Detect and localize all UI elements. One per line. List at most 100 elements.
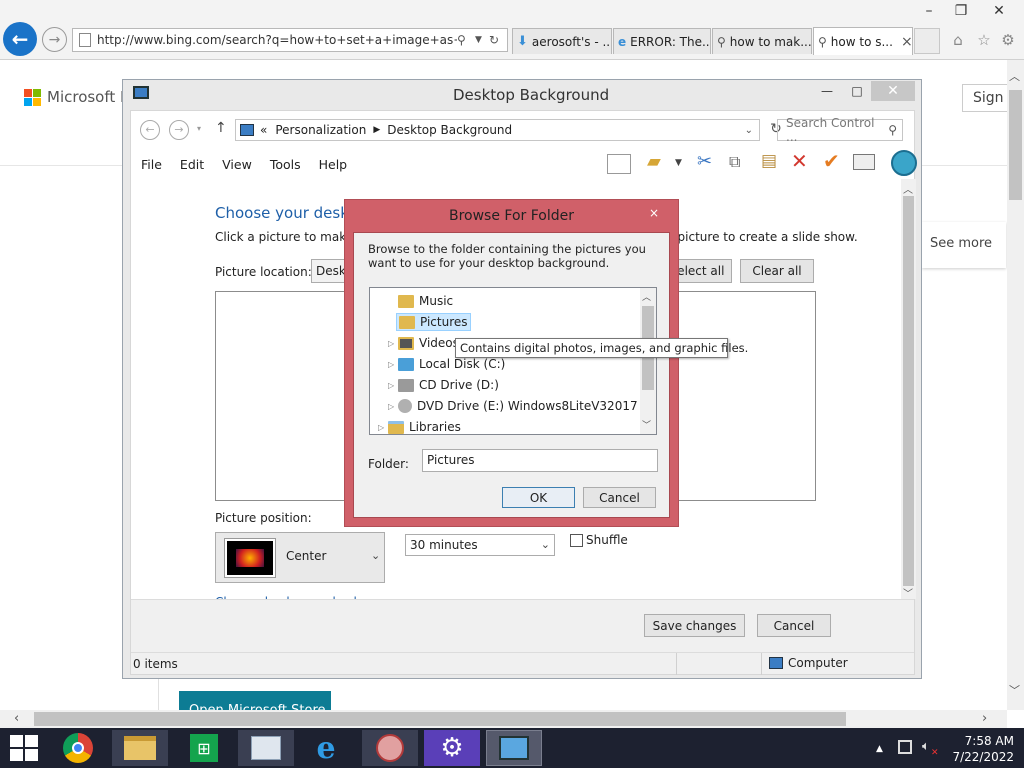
volume-muted-icon[interactable]: 🔈︎ (922, 739, 930, 754)
bing-logo[interactable]: Microsoft Bi (24, 88, 135, 106)
refresh-icon[interactable]: ↻ (489, 33, 507, 47)
breadcrumb-personalization[interactable]: Personalization (275, 123, 366, 137)
check-mark-icon[interactable]: ✔ (823, 149, 840, 173)
expand-arrow-icon[interactable]: ▷ (388, 402, 398, 411)
interval-dropdown[interactable]: 30 minutes ⌄ (405, 534, 555, 556)
expand-arrow-icon[interactable]: ▷ (388, 339, 398, 348)
address-bar[interactable]: http://www.bing.com/search?q=how+to+set+… (72, 28, 508, 52)
content-scroll-thumb[interactable] (903, 196, 914, 586)
taskbar-snipping-tool[interactable] (362, 730, 418, 766)
picture-position-dropdown[interactable]: Center ⌄ (215, 532, 385, 583)
scroll-right-icon[interactable]: › (982, 711, 987, 726)
restore-button[interactable]: ❐ (946, 0, 976, 22)
back-button[interactable]: ← (3, 22, 37, 56)
up-arrow-icon[interactable]: ↑ (215, 120, 227, 136)
cut-icon[interactable]: ✂ (697, 151, 712, 172)
expand-arrow-icon[interactable]: ▷ (388, 360, 398, 369)
taskbar-performance-monitor[interactable] (238, 730, 294, 766)
tab-error[interactable]: e ERROR: The... (613, 28, 711, 54)
scroll-down-icon[interactable]: ﹀ (1009, 682, 1020, 698)
scroll-down-icon[interactable]: ﹀ (903, 585, 913, 600)
save-changes-button[interactable]: Save changes (644, 614, 745, 637)
tree-label: Music (419, 294, 454, 308)
scroll-up-icon[interactable]: ︿ (903, 181, 913, 196)
close-window-button[interactable]: ✕ (871, 81, 915, 101)
minimize-icon[interactable]: — (813, 81, 841, 101)
tab-aerosoft[interactable]: ⬇ aerosoft's - ... (512, 28, 612, 54)
tree-item-pictures[interactable]: Pictures (378, 312, 640, 332)
taskbar-control-panel[interactable] (486, 730, 542, 766)
dialog-footer: Save changes Cancel (131, 599, 914, 652)
folder-tree[interactable]: Music Pictures ▷ Videos ▷ Local Disk (C:… (369, 287, 657, 435)
minimize-button[interactable]: – (914, 0, 944, 22)
search-icon[interactable]: ⚲ (457, 33, 475, 47)
expand-arrow-icon[interactable]: ▷ (378, 423, 388, 432)
control-panel-search[interactable]: Search Control ... ⚲ (777, 116, 903, 144)
paste-icon[interactable]: ▤ (761, 151, 777, 171)
favorites-icon[interactable]: ☆ (974, 30, 994, 50)
close-tab-icon[interactable]: × (901, 34, 912, 50)
scroll-up-icon[interactable]: ︿ (642, 290, 651, 303)
control-panel-address[interactable]: « Personalization ▶ Desktop Background ⌄ (235, 119, 760, 141)
breadcrumb-overflow[interactable]: « (260, 123, 267, 137)
dropdown-arrow-icon[interactable]: ▼ (675, 158, 682, 168)
horizontal-scroll-thumb[interactable] (34, 712, 846, 726)
nav-forward-icon[interactable]: → (169, 120, 189, 140)
dialog-cancel-button[interactable]: Cancel (583, 487, 656, 508)
delete-icon[interactable]: ✕ (791, 149, 808, 173)
taskbar-file-explorer[interactable] (112, 730, 168, 766)
forward-button[interactable]: → (42, 27, 67, 52)
tab-how-to-make[interactable]: ⚲ how to mak... (712, 28, 812, 54)
breadcrumb-desktop-background[interactable]: Desktop Background (387, 123, 512, 137)
recent-dropdown-icon[interactable]: ▾ (197, 124, 201, 133)
menu-file[interactable]: File (141, 157, 162, 172)
expand-arrow-icon[interactable]: ▷ (388, 381, 398, 390)
tree-item-cd-drive[interactable]: ▷ CD Drive (D:) (378, 375, 640, 395)
nav-back-icon[interactable]: ← (140, 120, 160, 140)
window-titlebar[interactable]: Desktop Background (123, 80, 921, 110)
scroll-down-icon[interactable]: ﹀ (642, 418, 651, 431)
ok-button[interactable]: OK (502, 487, 575, 508)
folder-input[interactable]: Pictures (422, 449, 658, 472)
close-browser-button[interactable]: ✕ (984, 0, 1014, 22)
settings-icon: ⚙ (440, 733, 464, 763)
properties-icon[interactable] (853, 154, 875, 170)
network-icon[interactable] (898, 740, 912, 754)
taskbar-settings[interactable]: ⚙ (424, 730, 480, 766)
menu-help[interactable]: Help (319, 157, 348, 172)
start-button[interactable] (10, 735, 38, 761)
maximize-icon[interactable]: □ (843, 81, 871, 101)
layout-pane-icon[interactable] (607, 154, 631, 174)
tree-item-dvd-drive[interactable]: ▷ DVD Drive (E:) Windows8LiteV32017 (378, 396, 640, 416)
shuffle-checkbox[interactable]: Shuffle (570, 533, 628, 547)
scroll-thumb[interactable] (1009, 90, 1022, 200)
chevron-down-icon[interactable]: ⌄ (745, 125, 753, 136)
copy-icon[interactable]: ⧉ (729, 152, 740, 172)
see-more-link[interactable]: See more (922, 222, 1006, 268)
clear-all-button[interactable]: Clear all (740, 259, 814, 283)
menu-edit[interactable]: Edit (180, 157, 204, 172)
tree-item-music[interactable]: Music (378, 291, 640, 311)
scroll-left-icon[interactable]: ‹ (14, 711, 19, 726)
dialog-titlebar[interactable]: Browse For Folder (345, 200, 678, 232)
new-tab-button[interactable] (914, 28, 940, 54)
folder-check-icon[interactable]: ▰ (647, 151, 661, 172)
checkbox-box[interactable] (570, 533, 583, 547)
taskbar-chrome[interactable] (50, 730, 106, 766)
clock[interactable]: 7:58 AM 7/22/2022 (950, 733, 1014, 765)
home-icon[interactable]: ⌂ (948, 30, 968, 50)
cancel-button[interactable]: Cancel (757, 614, 831, 637)
tree-item-libraries[interactable]: ▷ Libraries (378, 417, 640, 437)
taskbar-store[interactable]: ⊞ (176, 730, 232, 766)
settings-gear-icon[interactable]: ⚙ (998, 30, 1018, 50)
sign-in-button[interactable]: Sign i (962, 84, 1012, 112)
scroll-up-icon[interactable]: ︿ (1009, 68, 1020, 84)
close-dialog-icon[interactable]: × (641, 203, 667, 223)
tab-how-to-set[interactable]: ⚲ how to s... × (813, 27, 913, 55)
menu-tools[interactable]: Tools (270, 157, 301, 172)
globe-icon[interactable] (891, 150, 917, 176)
dropdown-icon[interactable]: ▼ (475, 35, 489, 45)
taskbar-internet-explorer[interactable]: e (298, 730, 354, 766)
show-hidden-icons[interactable]: ▲ (876, 744, 883, 754)
menu-view[interactable]: View (222, 157, 252, 172)
